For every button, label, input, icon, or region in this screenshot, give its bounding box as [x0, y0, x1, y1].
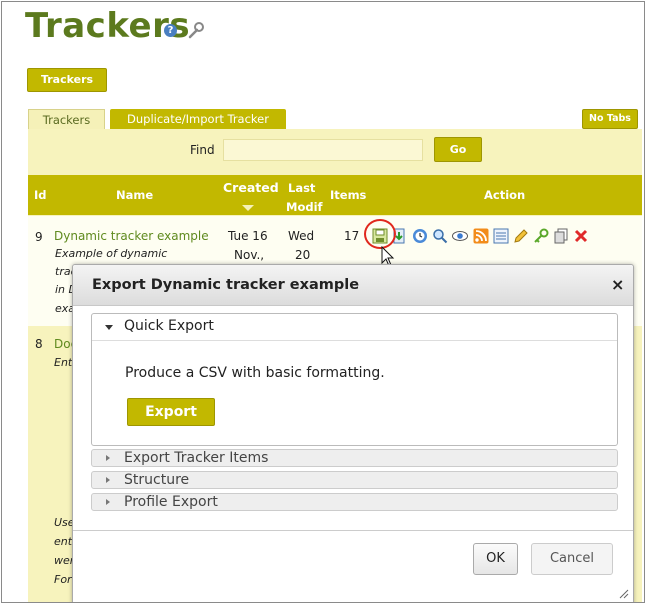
dialog-footer-divider: [73, 530, 633, 531]
dialog-title: Export Dynamic tracker example: [92, 277, 360, 293]
modified-date: 20: [295, 248, 311, 262]
header-created[interactable]: Created: [223, 180, 279, 195]
help-icon[interactable]: ?: [164, 24, 177, 37]
cancel-button[interactable]: Cancel: [531, 543, 613, 575]
section-label: Profile Export: [124, 494, 218, 510]
dialog-titlebar[interactable]: Export Dynamic tracker example ×: [73, 265, 633, 306]
clock-icon[interactable]: [412, 228, 428, 244]
profile-export-section[interactable]: Profile Export: [91, 493, 618, 511]
created-date: Nov.,: [234, 248, 265, 262]
clone-icon[interactable]: [553, 228, 569, 244]
highlight-ring: [364, 219, 396, 249]
row-description: For: [54, 573, 72, 586]
header-last[interactable]: Last: [288, 181, 315, 195]
header-items[interactable]: Items: [330, 188, 366, 202]
section-label: Quick Export: [124, 318, 214, 334]
trackers-button[interactable]: Trackers: [27, 68, 107, 92]
sort-desc-icon[interactable]: [242, 205, 254, 211]
quick-export-header[interactable]: Quick Export: [92, 314, 617, 341]
quick-export-section: Quick Export Produce a CSV with basic fo…: [91, 313, 618, 446]
tracker-name-link[interactable]: Dynamic tracker example: [54, 229, 209, 243]
go-button[interactable]: Go: [434, 137, 482, 162]
app-frame: Trackers ? Trackers Trackers Duplicate/I…: [1, 1, 645, 603]
triangle-down-icon: [105, 325, 113, 330]
header-name[interactable]: Name: [116, 188, 153, 202]
row-description: Ent: [54, 356, 73, 369]
row-description: Example of dynamic: [55, 247, 168, 260]
quick-export-description: Produce a CSV with basic formatting.: [125, 365, 385, 381]
list-icon[interactable]: [493, 228, 509, 244]
find-label: Find: [190, 143, 215, 157]
section-label: Export Tracker Items: [124, 450, 269, 466]
export-button[interactable]: Export: [127, 398, 215, 426]
modified-date: Wed: [288, 229, 315, 243]
section-label: Structure: [124, 472, 190, 488]
edit-icon[interactable]: [513, 228, 529, 244]
tab-duplicate-import[interactable]: Duplicate/Import Tracker: [110, 109, 286, 130]
search-icon[interactable]: [432, 228, 448, 244]
triangle-right-icon: [106, 477, 110, 483]
header-modif[interactable]: Modif: [286, 200, 323, 214]
ok-button[interactable]: OK: [473, 543, 518, 575]
triangle-right-icon: [106, 455, 110, 461]
find-input[interactable]: [223, 139, 423, 161]
created-date: Tue 16: [228, 229, 268, 243]
tab-trackers[interactable]: Trackers: [28, 109, 105, 130]
export-dialog: Export Dynamic tracker example × Quick E…: [72, 264, 634, 602]
header-id[interactable]: Id: [34, 188, 47, 202]
table-header: Id Name Created Last Modif Items Action: [28, 175, 642, 215]
resize-handle-icon[interactable]: [617, 587, 629, 599]
close-icon[interactable]: ×: [611, 275, 624, 294]
triangle-right-icon: [106, 499, 110, 505]
wrench-icon[interactable]: [186, 20, 206, 40]
key-icon[interactable]: [533, 228, 549, 244]
row-id: 8: [35, 337, 43, 351]
no-tabs-button[interactable]: No Tabs: [582, 109, 638, 129]
view-icon[interactable]: [452, 228, 468, 244]
structure-section[interactable]: Structure: [91, 471, 618, 489]
delete-icon[interactable]: [573, 228, 589, 244]
item-count: 17: [344, 229, 360, 243]
export-tracker-items-section[interactable]: Export Tracker Items: [91, 449, 618, 467]
rss-icon[interactable]: [473, 228, 489, 244]
row-id: 9: [35, 230, 43, 244]
header-action: Action: [484, 188, 526, 202]
